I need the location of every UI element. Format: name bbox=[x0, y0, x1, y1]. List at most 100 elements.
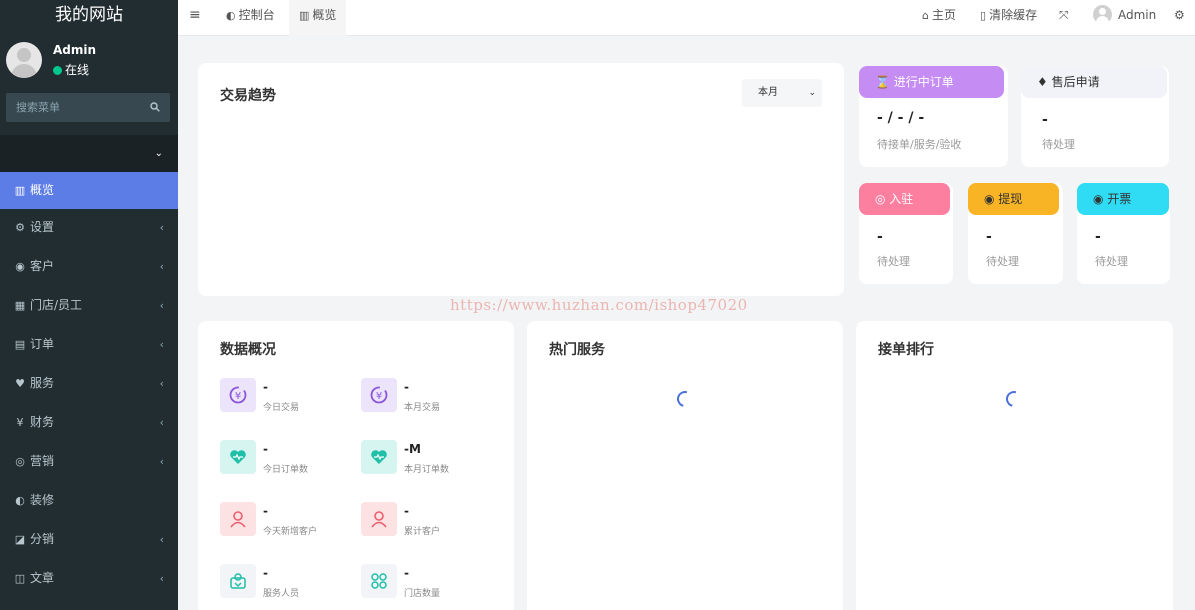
withdraw-pill: ◉ 提现 bbox=[968, 183, 1059, 215]
sidebar-item-label: 财务 bbox=[30, 415, 55, 429]
withdraw-sub: 待处理 bbox=[986, 255, 1019, 268]
withdraw-title: 提现 bbox=[998, 192, 1023, 206]
after-sale-pill: ♦ 售后申请 bbox=[1021, 66, 1167, 98]
overview-stat-label: 本月订单数 bbox=[404, 465, 450, 475]
online-dot-icon bbox=[53, 66, 62, 75]
sidebar-item-label: 分销 bbox=[30, 532, 55, 546]
overview-stat-value: - bbox=[263, 566, 268, 580]
dashboard-icon: ◐ bbox=[15, 494, 25, 507]
support-icon: ♦ bbox=[1037, 75, 1052, 89]
overview-stat-value: - bbox=[263, 504, 268, 518]
in-progress-orders-title: 进行中订单 bbox=[893, 75, 954, 89]
bar-chart-icon: ▥ bbox=[14, 184, 26, 197]
gear-icon: ⚙ bbox=[15, 221, 25, 234]
top-bar: ≡ ◐ 控制台 ▥ 概览 ⌂ 主页 ▯ 清除缓存 ⤧ Admin ⚙ bbox=[178, 0, 1195, 36]
file-icon: ▤ bbox=[14, 338, 26, 351]
watermark: https://www.huzhan.com/ishop47020 bbox=[450, 296, 748, 314]
dashboard-icon: ◐ bbox=[226, 9, 236, 22]
svg-text:¥: ¥ bbox=[235, 391, 241, 402]
menu-search-input[interactable] bbox=[6, 93, 136, 122]
heart-icon bbox=[220, 440, 256, 474]
overview-stat-value: - bbox=[404, 380, 409, 394]
hot-services-card: 热门服务 bbox=[527, 321, 843, 610]
chevron-left-icon: ‹ bbox=[159, 377, 164, 390]
in-progress-orders-card[interactable]: ⌛ 进行中订单 - / - / - 待接单/服务/验收 bbox=[859, 66, 1008, 167]
sidebar-item-7[interactable]: ◎ 营销 ‹ bbox=[0, 443, 178, 482]
chevron-left-icon: ‹ bbox=[159, 299, 164, 312]
staff-icon bbox=[220, 564, 256, 598]
overview-stat-label: 服务人员 bbox=[263, 589, 300, 599]
overview-stat-value: - bbox=[263, 442, 268, 456]
in-progress-orders-value: - / - / - bbox=[877, 110, 925, 126]
chevron-left-icon: ‹ bbox=[159, 221, 164, 234]
sidebar-item-4[interactable]: ▤ 订单 ‹ bbox=[0, 326, 178, 365]
overview-stat-value: - bbox=[404, 566, 409, 580]
withdraw-card[interactable]: ◉ 提现 - 待处理 bbox=[968, 183, 1063, 284]
loading-spinner-icon bbox=[1003, 388, 1025, 410]
check-circle-icon: ◎ bbox=[875, 192, 890, 206]
avatar bbox=[1093, 5, 1112, 24]
heart-icon bbox=[361, 440, 397, 474]
overview-stat: - 今天新增客户 bbox=[220, 502, 360, 542]
fullscreen-icon[interactable]: ⤧ bbox=[1059, 0, 1069, 36]
chevron-left-icon: ‹ bbox=[159, 533, 164, 546]
after-sale-sub: 待处理 bbox=[1042, 138, 1075, 151]
gears-icon[interactable]: ⚙ bbox=[1174, 0, 1185, 36]
chevron-left-icon: ‹ bbox=[159, 416, 164, 429]
invoice-card[interactable]: ◉ 开票 - 待处理 bbox=[1077, 183, 1170, 284]
overview-stat-value: -M bbox=[404, 442, 421, 456]
site-title[interactable]: 我的网站 bbox=[0, 0, 178, 32]
ranking-card: 接单排行 bbox=[856, 321, 1173, 610]
overview-stat-label: 今日交易 bbox=[263, 403, 300, 413]
sidebar-search bbox=[6, 93, 170, 122]
sidebar-item-2[interactable]: ◉ 客户 ‹ bbox=[0, 248, 178, 287]
sidebar-item-0[interactable]: ▥ 概览 bbox=[0, 172, 178, 209]
sidebar-item-6[interactable]: ¥ 财务 ‹ bbox=[0, 404, 178, 443]
trash-icon: ▯ bbox=[980, 9, 987, 22]
admin-menu[interactable]: Admin bbox=[1093, 0, 1156, 36]
yen-circle-icon: ◉ bbox=[1093, 192, 1108, 206]
after-sale-card[interactable]: ♦ 售后申请 - 待处理 bbox=[1021, 66, 1169, 167]
tab-overview[interactable]: ▥ 概览 bbox=[289, 0, 347, 36]
sidebar-item-label: 服务 bbox=[30, 376, 55, 390]
overview-stat: - 今日订单数 bbox=[220, 440, 360, 480]
sidebar-item-label: 订单 bbox=[30, 337, 55, 351]
overview-stat: - 门店数量 bbox=[361, 564, 501, 604]
invoice-title: 开票 bbox=[1107, 192, 1132, 206]
sidebar-item-label: 设置 bbox=[30, 220, 55, 234]
sidebar-menu: ▥ 概览 ⚙ 设置 ‹ ◉ 客户 ‹ ▦ 门店/员工 ‹ ▤ 订单 ‹ ♥ 服务 ‹ ¥ 财务 ‹ ◎ 营销 ‹ ◐ 装修 ◪ 分销… bbox=[0, 172, 178, 599]
trend-card: 交易趋势 本月 ⌄ bbox=[198, 63, 844, 296]
data-overview-card: 数据概况 ¥ - 今日交易 ¥ - 本月交易 - 今日订单数 -M 本月订单数 - 今天新增客户 - 累计… bbox=[198, 321, 514, 610]
overview-stat-value: - bbox=[263, 380, 268, 394]
sidebar-item-10[interactable]: ◫ 文章 ‹ bbox=[0, 560, 178, 599]
clear-cache-button[interactable]: ▯ 清除缓存 bbox=[980, 0, 1037, 36]
period-select[interactable]: 本月 ⌄ bbox=[742, 79, 822, 107]
sidebar-item-9[interactable]: ◪ 分销 ‹ bbox=[0, 521, 178, 560]
sidebar-item-label: 装修 bbox=[30, 493, 55, 507]
after-sale-title: 售后申请 bbox=[1051, 75, 1100, 89]
sidebar: 我的网站 Admin 在线 ⌄ ▥ 概览 ⚙ 设置 ‹ ◉ 客户 ‹ ▦ 门店/员工 ‹ ▤ 订单 ‹ ♥ 服… bbox=[0, 0, 178, 610]
search-icon[interactable] bbox=[150, 102, 160, 112]
user-status-label: 在线 bbox=[65, 63, 90, 77]
chevron-down-icon: ⌄ bbox=[154, 148, 163, 159]
menu-collapse-toggle[interactable]: ⌄ bbox=[0, 135, 178, 172]
sidebar-item-5[interactable]: ♥ 服务 ‹ bbox=[0, 365, 178, 404]
tab-console[interactable]: ◐ 控制台 bbox=[216, 0, 285, 36]
invoice-pill: ◉ 开票 bbox=[1077, 183, 1169, 215]
invoice-sub: 待处理 bbox=[1095, 255, 1128, 268]
settle-card[interactable]: ◎ 入驻 - 待处理 bbox=[859, 183, 953, 284]
user-circle-icon: ◉ bbox=[15, 260, 25, 273]
sidebar-item-3[interactable]: ▦ 门店/员工 ‹ bbox=[0, 287, 178, 326]
sidebar-item-1[interactable]: ⚙ 设置 ‹ bbox=[0, 209, 178, 248]
settle-pill: ◎ 入驻 bbox=[859, 183, 950, 215]
home-link[interactable]: ⌂ 主页 bbox=[922, 0, 956, 36]
sidebar-item-8[interactable]: ◐ 装修 bbox=[0, 482, 178, 521]
period-value: 本月 bbox=[758, 87, 778, 98]
heartbeat-icon: ♥ bbox=[15, 377, 25, 390]
chevron-left-icon: ‹ bbox=[159, 572, 164, 585]
user-name: Admin bbox=[53, 43, 97, 57]
menu-toggle-icon[interactable]: ≡ bbox=[189, 0, 201, 36]
sidebar-item-label: 客户 bbox=[30, 259, 55, 273]
loading-spinner-icon bbox=[674, 388, 696, 410]
grid-icon bbox=[361, 564, 397, 598]
